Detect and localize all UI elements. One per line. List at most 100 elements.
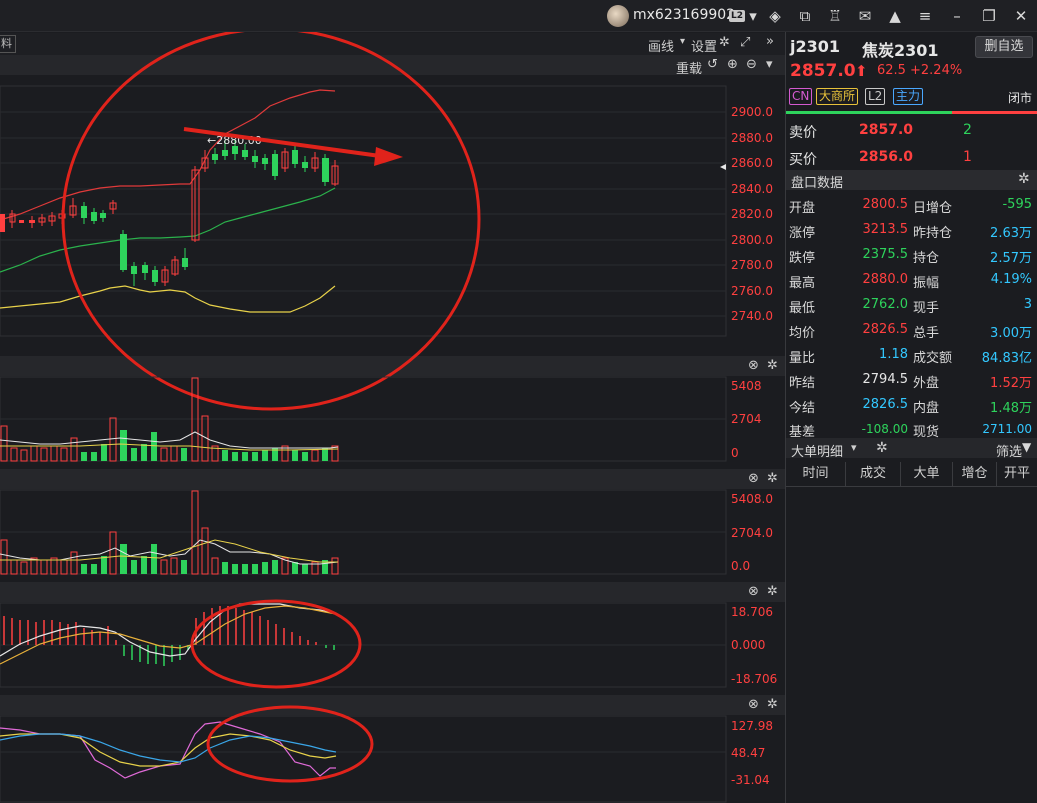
close-icon[interactable]: ✕ [1010,4,1032,28]
bell-icon[interactable]: ▲ [884,4,906,28]
candle [182,258,188,267]
oi-tick: 5408.0 [731,492,773,506]
last-price: 2857.0 [790,61,856,81]
avg-price-label: 均价 [789,326,816,341]
settle-value: 2826.5 [862,397,909,412]
ask-label: 卖价 [789,125,817,141]
price-change-pct: +2.24% [910,63,963,78]
turnover-label: 成交额 [913,351,953,366]
oi-axis: 5408.0 2704.0 0.0 [731,492,773,573]
candle [120,234,127,270]
candle [252,156,258,162]
kdj-axis: 127.98 48.47 -31.04 [731,719,773,787]
market-data-gear-icon[interactable]: ✲ [1018,171,1030,187]
prev-settle-label: 昨结 [789,376,816,391]
current-hand-label: 现手 [913,301,940,316]
ask-price: 2857.0 [859,122,914,138]
limit-up-label: 涨停 [789,226,816,241]
inner-volume-label: 内盘 [913,401,940,416]
candles [0,140,339,286]
low-value: 2762.0 [862,297,909,312]
username[interactable]: mx623169902 [633,7,735,23]
candle [272,154,278,176]
prev-oi-value: 2.63万 [990,226,1032,241]
daily-oi-change-label: 日增仓 [913,201,953,216]
outer-volume-label: 外盘 [913,376,940,391]
total-hand-value: 3.00万 [990,326,1032,341]
tag-l2: L2 [865,88,886,105]
big-order-dropdown-icon[interactable]: ▾ [851,441,857,454]
open-value: 2800.5 [862,197,909,212]
col-open-close[interactable]: 开平 [997,462,1037,486]
big-order-title[interactable]: 大单明细 [791,441,843,460]
price-axis: 2900.0 2880.0 2860.0 2840.0 2820.0 2800.… [731,105,773,323]
layers-icon[interactable]: ◈ [764,4,786,28]
open-interest-label: 持仓 [913,251,940,266]
volume-tick: 5408 [731,379,762,393]
volume-axis: 5408 2704 0 [731,379,762,460]
avatar[interactable] [607,5,629,27]
price-tick: 2900.0 [731,105,773,119]
price-tick: 2800.0 [731,233,773,247]
buy-sell-ratio-red [952,111,1037,114]
tag-exchange: 大商所 [816,88,859,105]
candle [131,266,137,274]
outer-volume-value: 1.52万 [990,376,1032,391]
amplitude-label: 振幅 [913,276,940,291]
table-divider [786,486,1037,487]
candle [292,150,298,164]
current-price-marker [720,164,726,170]
annotation-circle [206,705,374,783]
col-big-order[interactable]: 大单 [901,462,953,486]
restore-icon[interactable]: ❐ [978,4,1000,28]
candle [262,158,268,164]
kline-chart[interactable]: 2900.0 2880.0 2860.0 2840.0 2820.0 2800.… [0,32,785,803]
limit-up-value: 3213.5 [862,222,909,237]
bid-label: 买价 [789,152,817,168]
col-oi-change[interactable]: 增仓 [953,462,997,486]
price-tick: 2740.0 [731,309,773,323]
candle [19,220,24,223]
filter-label[interactable]: 筛选 [996,441,1022,460]
bid-volume: 1 [963,149,972,165]
candle [142,265,148,273]
dropdown-icon[interactable]: ▾ [742,4,764,28]
limit-down-label: 跌停 [789,251,816,266]
boll-lower-line [0,285,336,313]
spot-value: 2711.00 [982,422,1032,436]
inner-volume-value: 1.48万 [990,401,1032,416]
price-tick: 2880.0 [731,131,773,145]
macd-dif-line [0,603,337,657]
high-label: 最高 [789,276,816,291]
volume-tick: 0 [731,446,739,460]
avg-price-value: 2826.5 [862,322,909,337]
filter-icon[interactable]: ▼ [1022,440,1031,454]
ask-volume: 2 [963,122,972,138]
candle [0,214,5,232]
buy-sell-ratio-green [786,111,952,114]
menu-icon[interactable]: ≡ [914,4,936,28]
tag-main-contract: 主力 [893,88,924,105]
tag-cn: CN [789,88,813,105]
col-trade[interactable]: 成交 [846,462,901,486]
volume-ratio-label: 量比 [789,351,816,366]
price-tick: 2840.0 [731,182,773,196]
remove-watchlist-button[interactable]: 删自选 [975,36,1033,58]
bid-price: 2856.0 [859,149,914,165]
candle [100,213,106,218]
contract-name: 焦炭2301 [862,41,939,60]
candle [222,150,228,156]
mail-icon[interactable]: ✉ [854,4,876,28]
amplitude-value: 4.19% [990,272,1032,287]
volume-tick: 2704 [731,412,762,426]
minimize-icon[interactable]: – [946,4,968,28]
candle [91,212,97,221]
window-link-icon[interactable]: ⧉ [794,4,816,28]
annotation-circle [61,32,481,411]
low-label: 最低 [789,301,816,316]
big-order-gear-icon[interactable]: ✲ [876,440,888,456]
kdj-tick: -31.04 [731,773,770,787]
col-time[interactable]: 时间 [786,462,846,486]
shirt-icon[interactable]: ♖ [824,4,846,28]
price-tick: 2760.0 [731,284,773,298]
